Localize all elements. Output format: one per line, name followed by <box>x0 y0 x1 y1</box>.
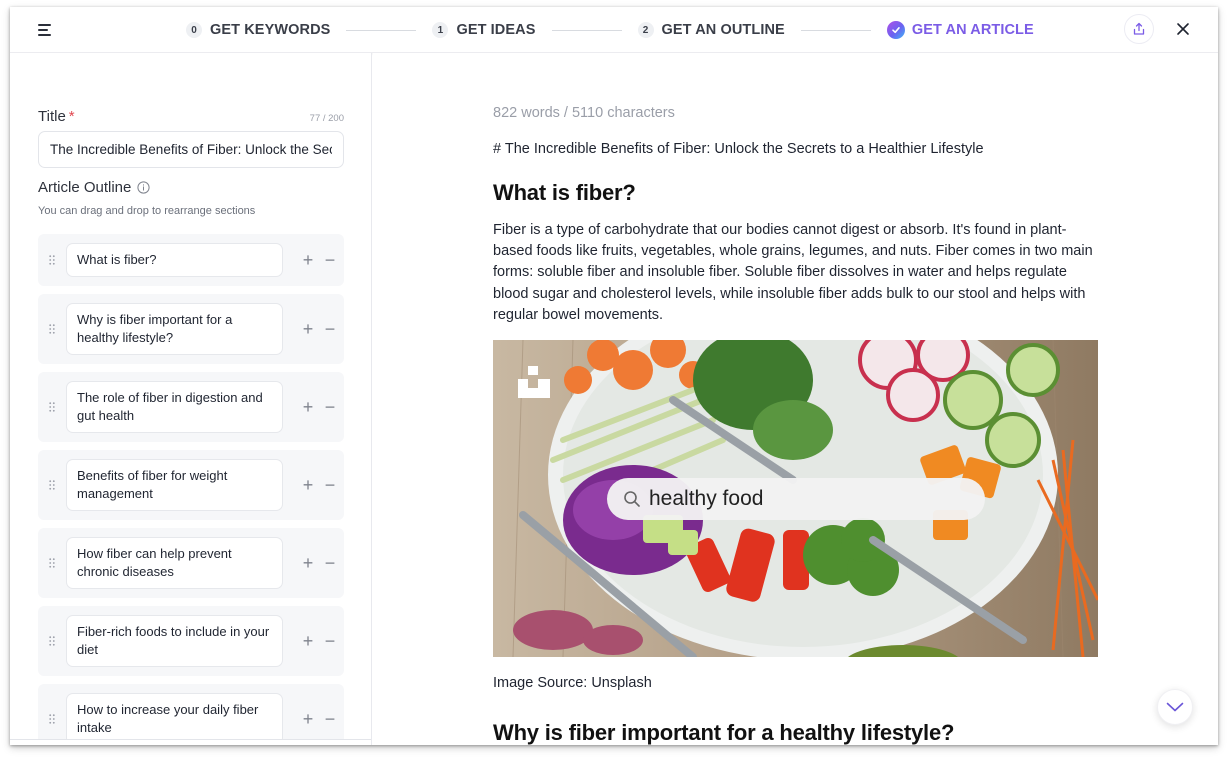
scroll-down-button[interactable] <box>1157 689 1193 725</box>
article-preview[interactable]: 822 words / 5110 characters # The Incred… <box>373 53 1218 745</box>
check-icon <box>886 21 905 39</box>
section-paragraph: Fiber is a type of carbohydrate that our… <box>493 222 1093 323</box>
drag-handle-icon[interactable] <box>38 636 66 646</box>
title-char-counter: 77 / 200 <box>309 113 344 124</box>
step-get-an-outline[interactable]: 2 GET AN OUTLINE <box>637 22 785 38</box>
unsplash-logo-icon <box>518 366 550 403</box>
drag-handle-icon[interactable] <box>38 324 66 334</box>
step-get-keywords[interactable]: 0 GET KEYWORDS <box>186 22 330 38</box>
outline-item-actions: + − <box>297 320 341 338</box>
outline-item[interactable]: The role of fiber in digestion and gut h… <box>38 372 344 442</box>
step-get-an-article[interactable]: GET AN ARTICLE <box>886 21 1034 39</box>
title-field-header: Title * 77 / 200 <box>38 108 344 125</box>
panel-footer <box>10 739 371 745</box>
step-label: GET KEYWORDS <box>210 22 331 38</box>
drag-handle-icon[interactable] <box>38 558 66 568</box>
add-section-button[interactable]: + <box>297 398 319 416</box>
outline-item-input[interactable]: How fiber can help prevent chronic disea… <box>66 537 283 589</box>
menu-icon[interactable] <box>34 19 56 41</box>
image-search-overlay: healthy food <box>607 478 985 520</box>
outline-item-actions: + − <box>297 476 341 494</box>
outline-item-actions: + − <box>297 398 341 416</box>
outline-item[interactable]: Benefits of fiber for weight management +… <box>38 450 344 520</box>
title-label: Title * <box>38 108 75 125</box>
drag-handle-icon[interactable] <box>38 714 66 724</box>
outline-item[interactable]: How fiber can help prevent chronic disea… <box>38 528 344 598</box>
outline-item[interactable]: What is fiber? + − <box>38 234 344 286</box>
article-title: # The Incredible Benefits of Fiber: Unlo… <box>493 141 984 157</box>
outline-item[interactable]: Fiber-rich foods to include in your diet… <box>38 606 344 676</box>
article-image: healthy food <box>493 340 1098 657</box>
section-heading: What is fiber? <box>493 180 636 205</box>
required-mark: * <box>68 108 75 125</box>
chevron-down-icon <box>1166 702 1184 712</box>
add-section-button[interactable]: + <box>297 251 319 269</box>
close-icon <box>1177 23 1189 35</box>
step-label: GET AN OUTLINE <box>661 22 785 38</box>
outline-item-actions: + − <box>297 710 341 728</box>
remove-section-button[interactable]: − <box>319 632 341 650</box>
close-button[interactable] <box>1172 18 1194 40</box>
remove-section-button[interactable]: − <box>319 476 341 494</box>
word-count: 822 words / 5110 characters <box>493 105 675 121</box>
add-section-button[interactable]: + <box>297 320 319 338</box>
drag-handle-icon[interactable] <box>38 255 66 265</box>
step-label: GET IDEAS <box>456 22 536 38</box>
info-icon[interactable] <box>137 181 150 194</box>
outline-item[interactable]: How to increase your daily fiber intake +… <box>38 684 344 745</box>
title-input[interactable] <box>38 131 344 168</box>
outline-hint: You can drag and drop to rearrange secti… <box>38 205 256 217</box>
step-get-ideas[interactable]: 1 GET IDEAS <box>432 22 535 38</box>
add-section-button[interactable]: + <box>297 710 319 728</box>
outline-item-input[interactable]: What is fiber? <box>66 243 283 277</box>
step-connector <box>551 29 622 31</box>
article-outline-label: Article Outline <box>38 179 150 196</box>
outline-item-input[interactable]: Why is fiber important for a healthy lif… <box>66 303 283 355</box>
search-icon <box>624 491 640 507</box>
add-section-button[interactable]: + <box>297 476 319 494</box>
remove-section-button[interactable]: − <box>319 398 341 416</box>
step-label: GET AN ARTICLE <box>911 22 1034 38</box>
remove-section-button[interactable]: − <box>319 320 341 338</box>
drag-handle-icon[interactable] <box>38 402 66 412</box>
add-section-button[interactable]: + <box>297 554 319 572</box>
image-search-text: healthy food <box>649 487 764 510</box>
app-window: 0 GET KEYWORDS 1 GET IDEAS 2 GET AN OUTL… <box>10 7 1218 745</box>
step-number: 0 <box>186 22 202 38</box>
remove-section-button[interactable]: − <box>319 251 341 269</box>
outline-item-input[interactable]: Benefits of fiber for weight management <box>66 459 283 511</box>
outline-item-actions: + − <box>297 632 341 650</box>
step-connector <box>800 29 871 31</box>
outline-list: What is fiber? + − Why is fiber important f… <box>38 234 344 745</box>
image-caption: Image Source: Unsplash <box>493 675 652 691</box>
share-icon <box>1133 22 1145 35</box>
remove-section-button[interactable]: − <box>319 710 341 728</box>
outline-item-input[interactable]: Fiber-rich foods to include in your diet <box>66 615 283 667</box>
step-number: 1 <box>432 22 449 38</box>
outline-item[interactable]: Why is fiber important for a healthy lif… <box>38 294 344 364</box>
outline-item-actions: + − <box>297 251 341 269</box>
share-button[interactable] <box>1124 14 1154 44</box>
outline-panel: Title* 77 / 200 Article Outline You can … <box>10 53 372 745</box>
add-section-button[interactable]: + <box>297 632 319 650</box>
remove-section-button[interactable]: − <box>319 554 341 572</box>
step-connector <box>346 29 417 31</box>
section-heading: Why is fiber important for a healthy lif… <box>493 720 955 745</box>
drag-handle-icon[interactable] <box>38 480 66 490</box>
outline-item-input[interactable]: How to increase your daily fiber intake <box>66 693 283 745</box>
outline-item-actions: + − <box>297 554 341 572</box>
top-bar: 0 GET KEYWORDS 1 GET IDEAS 2 GET AN OUTL… <box>10 7 1218 53</box>
step-progress: 0 GET KEYWORDS 1 GET IDEAS 2 GET AN OUTL… <box>186 7 1034 53</box>
outline-item-input[interactable]: The role of fiber in digestion and gut h… <box>66 381 283 433</box>
step-number: 2 <box>637 22 654 38</box>
